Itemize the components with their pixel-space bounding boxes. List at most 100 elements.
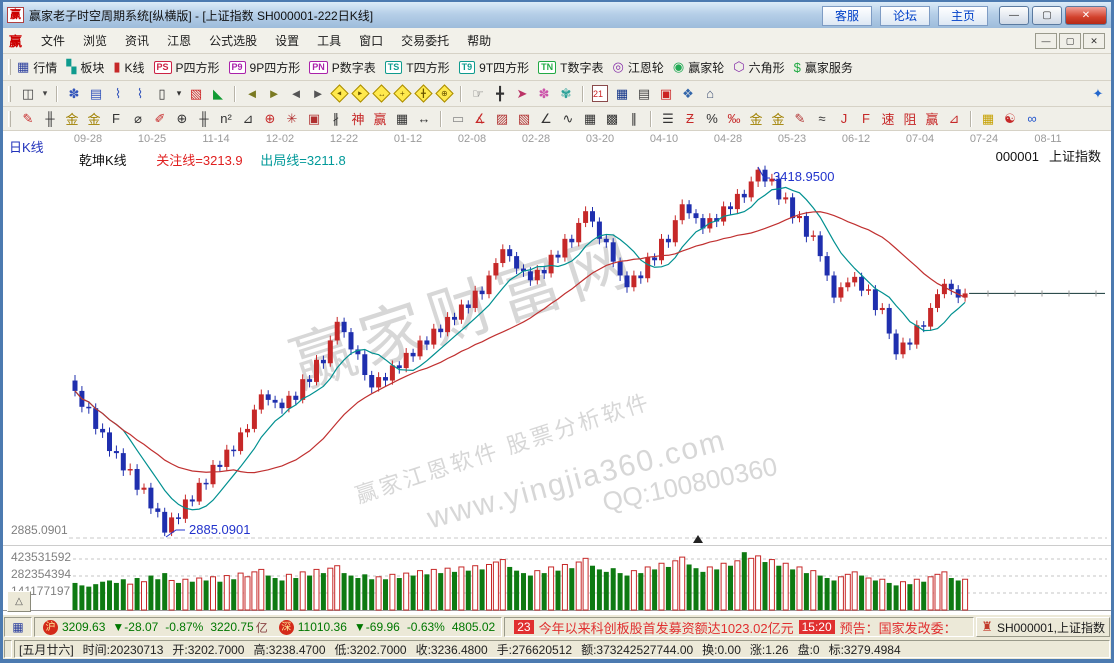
angle-a-tool[interactable]: ⊿ <box>238 109 258 129</box>
marker-pen-tool[interactable]: ✐ <box>150 109 170 129</box>
gann-wheel-button[interactable]: ◎江恩轮 <box>613 59 664 76</box>
infinity-tool[interactable]: ∞ <box>1022 109 1042 129</box>
p-square-button[interactable]: PSP四方形 <box>154 59 220 76</box>
gold-ratio-tool[interactable]: 金 <box>62 109 82 129</box>
boxed-grid-tool[interactable]: ▩ <box>602 109 622 129</box>
red-frame-tool[interactable]: ▧ <box>186 84 206 104</box>
pen-tool[interactable]: ✎ <box>18 109 38 129</box>
menu-item-5[interactable]: 设置 <box>266 29 308 52</box>
candle-style-tool[interactable]: ▯ <box>152 84 172 104</box>
angle-123-tool[interactable]: ⊿ <box>944 109 964 129</box>
window-layout[interactable]: ◫ <box>18 84 38 104</box>
god-line-tool[interactable]: 神 <box>348 109 368 129</box>
zigzag-tool[interactable]: ∿ <box>558 109 578 129</box>
t-square-button[interactable]: TST四方形 <box>385 59 450 76</box>
quotes-button[interactable]: ▦行情 <box>17 59 57 76</box>
notepad-button[interactable]: ▤ <box>634 84 654 104</box>
parallel-lines-tool[interactable]: ∥ <box>624 109 644 129</box>
width-ruler-tool[interactable]: ↔ <box>414 109 434 129</box>
knot-tool[interactable]: ✾ <box>556 84 576 104</box>
diamond-cross[interactable]: ╋ <box>414 84 432 102</box>
calculator-button[interactable]: ▦ <box>612 84 632 104</box>
speed-line-tool[interactable]: 速 <box>878 109 898 129</box>
kline-chart-area[interactable]: 日K线 09-2810-2511-1412-0212-2201-1202-080… <box>3 131 1111 615</box>
menu-item-0[interactable]: 文件 <box>32 29 74 52</box>
candlestick-plot[interactable] <box>3 131 1111 615</box>
9p-square-button[interactable]: P99P四方形 <box>229 59 301 76</box>
menu-item-4[interactable]: 公式选股 <box>200 29 266 52</box>
gold-extension-tool[interactable]: 金 <box>84 109 104 129</box>
percent-tool[interactable]: % <box>702 109 722 129</box>
mdi-close-button[interactable]: ✕ <box>1083 33 1105 49</box>
j-line-tool[interactable]: J <box>834 109 854 129</box>
close-button[interactable]: ✕ <box>1065 6 1107 25</box>
wave-channel-tool[interactable]: ≈ <box>812 109 832 129</box>
news-ticker[interactable]: 23 今年以来科创板股首发募资额达1023.02亿元 15:20 预告：国家发改… <box>504 617 974 637</box>
mdi-minimize-button[interactable]: — <box>1035 33 1057 49</box>
mini-chart-button[interactable]: ✦ <box>1088 84 1108 104</box>
gold-channel-tool[interactable]: 金 <box>768 109 788 129</box>
menu-item-9[interactable]: 帮助 <box>458 29 500 52</box>
t-number-table-button[interactable]: TNT数字表 <box>538 59 603 76</box>
titlebar-button-2[interactable]: 主页 <box>938 6 988 26</box>
winner-service-button[interactable]: $赢家服务 <box>794 59 853 76</box>
winner-line-tool[interactable]: 赢 <box>370 109 390 129</box>
diamond-horizontal[interactable]: ↔ <box>372 84 390 102</box>
menu-item-6[interactable]: 工具 <box>308 29 350 52</box>
current-symbol-segment[interactable]: ♜ SH000001,上证指数 <box>976 617 1110 637</box>
export-button[interactable]: ❖ <box>678 84 698 104</box>
layout-dropdown[interactable]: ▾ <box>40 84 50 104</box>
gann-seal-tool[interactable]: ✽ <box>64 84 84 104</box>
list-ruler-tool[interactable]: ☰ <box>658 109 678 129</box>
menu-item-2[interactable]: 资讯 <box>116 29 158 52</box>
quote-table-button[interactable]: ▦ <box>4 617 32 637</box>
time-grid-tool[interactable]: ╫ <box>194 109 214 129</box>
box-select-tool[interactable]: ▭ <box>448 109 468 129</box>
angle-line-tool[interactable]: ∠ <box>536 109 556 129</box>
chart-3-tool[interactable]: ⌇ <box>108 84 128 104</box>
gold-circle-tool[interactable]: 金 <box>746 109 766 129</box>
diamond-left[interactable]: ◂ <box>330 84 348 102</box>
color-grid-tool[interactable]: ▦ <box>978 109 998 129</box>
p-number-table-button[interactable]: PNP数字表 <box>309 59 376 76</box>
minimize-button[interactable]: — <box>999 6 1029 25</box>
color-chart-tool[interactable]: ◣ <box>208 84 228 104</box>
n-square-tool[interactable]: n² <box>216 109 236 129</box>
crosshair-tool[interactable]: ╋ <box>490 84 510 104</box>
resist-line-tool[interactable]: 阻 <box>900 109 920 129</box>
volume-collapse-button[interactable]: △ <box>7 591 31 612</box>
gann-grid-tool[interactable]: ╫ <box>40 109 60 129</box>
go-first[interactable]: ◄ <box>242 84 262 104</box>
shade-grid-tool[interactable]: ▨ <box>492 109 512 129</box>
menu-item-7[interactable]: 窗口 <box>350 29 392 52</box>
kline-button[interactable]: ▮K线 <box>113 59 144 76</box>
boxed-star-tool[interactable]: ▣ <box>304 109 324 129</box>
computer-button[interactable]: ⌂ <box>700 84 720 104</box>
taiji-tool[interactable]: ☯ <box>1000 109 1020 129</box>
permille-tool[interactable]: ‰ <box>724 109 744 129</box>
z-percent-tool[interactable]: Ƶ <box>680 109 700 129</box>
candle-dropdown[interactable]: ▾ <box>174 84 184 104</box>
diamond-plus[interactable]: + <box>393 84 411 102</box>
hexagon-button[interactable]: ⬡六角形 <box>733 59 784 76</box>
restore-button[interactable]: ▢ <box>1032 6 1062 25</box>
hatch-grid-tool[interactable]: ▧ <box>514 109 534 129</box>
menu-item-3[interactable]: 江恩 <box>158 29 200 52</box>
dense-grid-tool[interactable]: ▦ <box>580 109 600 129</box>
title-bar[interactable]: 赢 赢家老子时空周期系统[纵横版] - [上证指数 SH000001-222日K… <box>3 2 1111 28</box>
go-last[interactable]: ► <box>264 84 284 104</box>
menu-item-1[interactable]: 浏览 <box>74 29 116 52</box>
mdi-restore-button[interactable]: ▢ <box>1059 33 1081 49</box>
gann-circle-tool[interactable]: ⊕ <box>172 109 192 129</box>
flower-tool[interactable]: ✽ <box>534 84 554 104</box>
diamond-center[interactable]: ⊕ <box>435 84 453 102</box>
wave-mark-tool[interactable]: ∦ <box>326 109 346 129</box>
chart-9-tool[interactable]: ⌇ <box>130 84 150 104</box>
calendar-button[interactable]: 21 <box>592 85 608 102</box>
step-back[interactable]: ◄ <box>286 84 306 104</box>
fan-lines-tool[interactable]: ∡ <box>470 109 490 129</box>
notes-list-tool[interactable]: ▤ <box>86 84 106 104</box>
star-rays-tool[interactable]: ✳ <box>282 109 302 129</box>
diamond-right[interactable]: ▸ <box>351 84 369 102</box>
menu-item-8[interactable]: 交易委托 <box>392 29 458 52</box>
